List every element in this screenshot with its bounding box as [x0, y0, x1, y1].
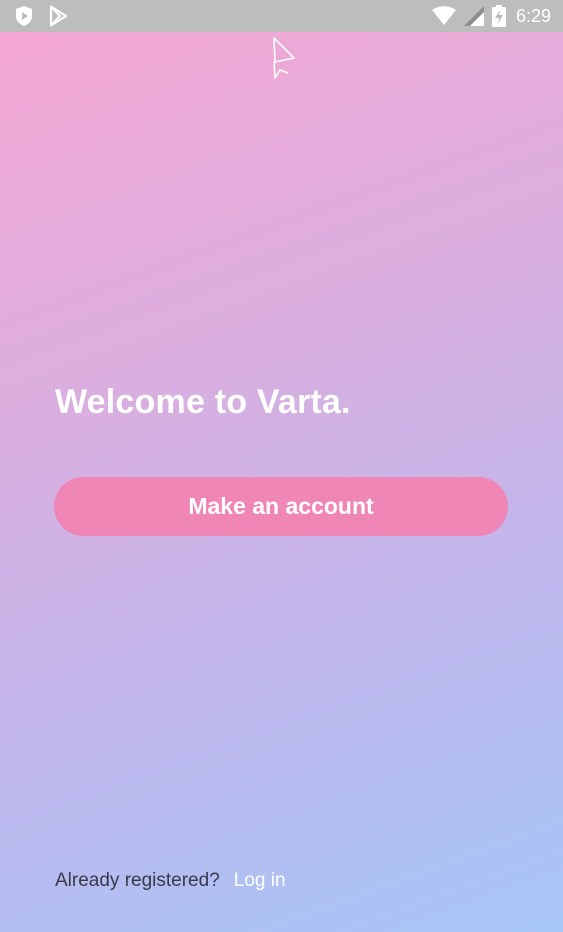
login-prompt: Already registered?: [55, 870, 220, 891]
wifi-icon: [431, 6, 456, 26]
cell-signal-icon: [463, 6, 484, 26]
play-store-icon: [48, 5, 68, 27]
shield-notification-icon: [14, 5, 34, 27]
welcome-heading: Welcome to Varta.: [55, 383, 351, 421]
welcome-screen: 6:29 Welcome to Varta. Make an account A…: [0, 0, 563, 932]
make-account-button[interactable]: Make an account: [54, 477, 508, 536]
login-link[interactable]: Log in: [234, 870, 286, 892]
varta-logo-icon: [268, 36, 300, 80]
status-time: 6:29: [515, 5, 551, 26]
status-bar: 6:29: [0, 0, 563, 32]
status-bar-right: 6:29: [424, 5, 551, 27]
status-bar-left: [14, 5, 82, 27]
battery-charging-icon: [491, 5, 506, 27]
login-row: Already registered? Log in: [55, 870, 286, 892]
